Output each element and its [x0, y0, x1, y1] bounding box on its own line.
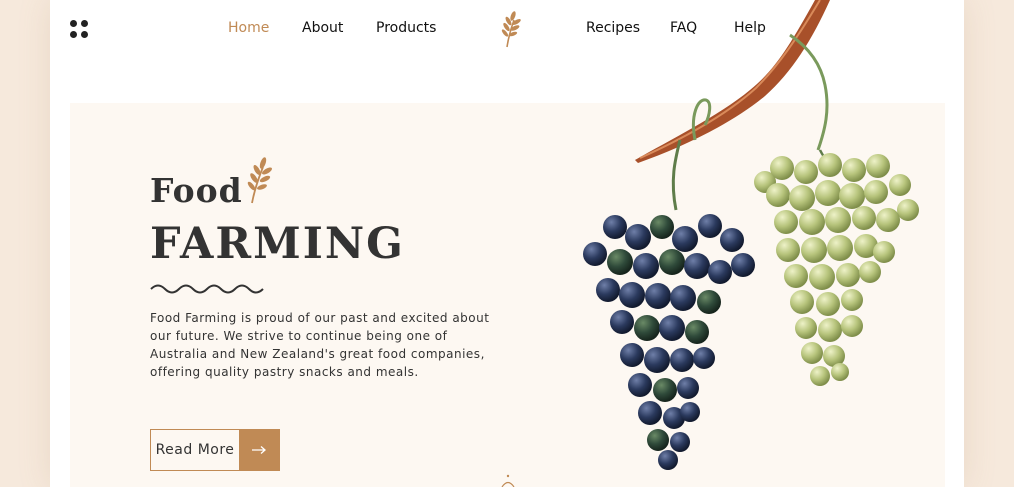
menu-grid-icon[interactable]	[70, 20, 88, 38]
nav-home[interactable]: Home	[228, 20, 269, 36]
scroll-indicator-icon[interactable]	[500, 474, 516, 487]
arrow-right-icon	[239, 430, 279, 470]
read-more-label: Read More	[155, 442, 235, 458]
wave-divider	[150, 284, 264, 294]
hero-description: Food Farming is proud of our past and ex…	[150, 311, 490, 379]
hero-title-food: Food	[150, 171, 243, 210]
nav-about[interactable]: About	[302, 20, 343, 36]
read-more-button[interactable]: Read More	[150, 429, 280, 471]
menu-dot	[70, 31, 77, 38]
wheat-logo-icon[interactable]	[495, 10, 521, 48]
menu-dot	[81, 31, 88, 38]
menu-dot	[70, 20, 77, 27]
grapes-illustration	[583, 0, 919, 470]
nav-products[interactable]: Products	[376, 20, 436, 36]
menu-dot	[81, 20, 88, 27]
wheat-icon	[247, 157, 272, 204]
hero-title-farming: FARMING	[150, 219, 405, 269]
